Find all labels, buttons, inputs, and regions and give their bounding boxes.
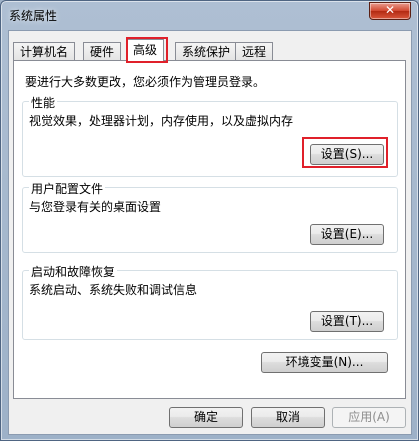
window-title: 系统属性 xyxy=(9,9,58,23)
user-profiles-title: 用户配置文件 xyxy=(29,180,106,197)
startup-recovery-description: 系统启动、系统失败和调试信息 xyxy=(29,283,198,297)
cancel-button[interactable]: 取消 xyxy=(251,407,325,428)
tab-computer-name[interactable]: 计算机名 xyxy=(13,42,76,61)
startup-recovery-group: 启动和故障恢复 系统启动、系统失败和调试信息 设置(T)... xyxy=(22,263,398,340)
system-properties-window: 系统属性 ✕ 计算机名 硬件 高级 系统保护 远程 要进行大多数更改，您必须作为… xyxy=(0,0,419,441)
tab-advanced[interactable]: 高级 xyxy=(126,39,165,62)
performance-settings-button[interactable]: 设置(S)... xyxy=(310,144,384,165)
dialog-client-area: 计算机名 硬件 高级 系统保护 远程 要进行大多数更改，您必须作为管理员登录。 … xyxy=(8,30,412,435)
advanced-tab-panel: 要进行大多数更改，您必须作为管理员登录。 性能 视觉效果，处理器计划，内存使用，… xyxy=(13,60,406,399)
close-button[interactable]: ✕ xyxy=(369,2,411,20)
performance-group: 性能 视觉效果，处理器计划，内存使用，以及虚拟内存 设置(S)... xyxy=(22,94,398,177)
startup-recovery-title: 启动和故障恢复 xyxy=(29,263,118,280)
startup-recovery-settings-button[interactable]: 设置(T)... xyxy=(310,311,384,332)
performance-title: 性能 xyxy=(29,94,58,111)
user-profiles-settings-button[interactable]: 设置(E)... xyxy=(310,224,384,245)
user-profiles-description: 与您登录有关的桌面设置 xyxy=(29,200,162,214)
tab-system-protection[interactable]: 系统保护 xyxy=(175,42,238,61)
user-profiles-group: 用户配置文件 与您登录有关的桌面设置 设置(E)... xyxy=(22,180,398,253)
ok-button[interactable]: 确定 xyxy=(169,407,243,428)
title-bar[interactable]: 系统属性 ✕ xyxy=(1,1,418,29)
tab-hardware[interactable]: 硬件 xyxy=(83,42,122,61)
performance-description: 视觉效果，处理器计划，内存使用，以及虚拟内存 xyxy=(29,114,294,128)
admin-notice: 要进行大多数更改，您必须作为管理员登录。 xyxy=(25,75,266,89)
environment-variables-button[interactable]: 环境变量(N)... xyxy=(261,352,388,373)
tab-remote[interactable]: 远程 xyxy=(235,42,274,61)
apply-button[interactable]: 应用(A) xyxy=(332,407,406,428)
